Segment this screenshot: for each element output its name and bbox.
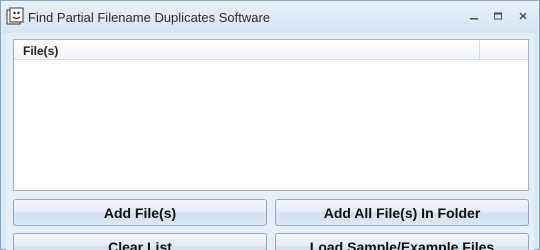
file-list[interactable]: File(s) [13, 39, 529, 191]
client-area: File(s) Add File(s) Add All File(s) In F… [6, 33, 534, 250]
list-body[interactable] [14, 61, 528, 190]
clear-list-button[interactable]: Clear List [13, 233, 267, 250]
list-header: File(s) [14, 40, 528, 60]
app-icon[interactable] [6, 7, 24, 25]
load-sample-button[interactable]: Load Sample/Example Files [275, 233, 529, 250]
add-files-button[interactable]: Add File(s) [13, 199, 267, 226]
app-window: Find Partial Filename Duplicates Softwar… [0, 0, 540, 250]
add-folder-button[interactable]: Add All File(s) In Folder [275, 199, 529, 226]
window-title: Find Partial Filename Duplicates Softwar… [28, 10, 271, 25]
minimize-icon[interactable] [464, 7, 484, 25]
close-icon[interactable] [513, 7, 533, 25]
column-header-files[interactable]: File(s) [14, 40, 480, 60]
title-bar[interactable]: Find Partial Filename Duplicates Softwar… [1, 1, 539, 33]
maximize-icon[interactable] [488, 7, 508, 25]
